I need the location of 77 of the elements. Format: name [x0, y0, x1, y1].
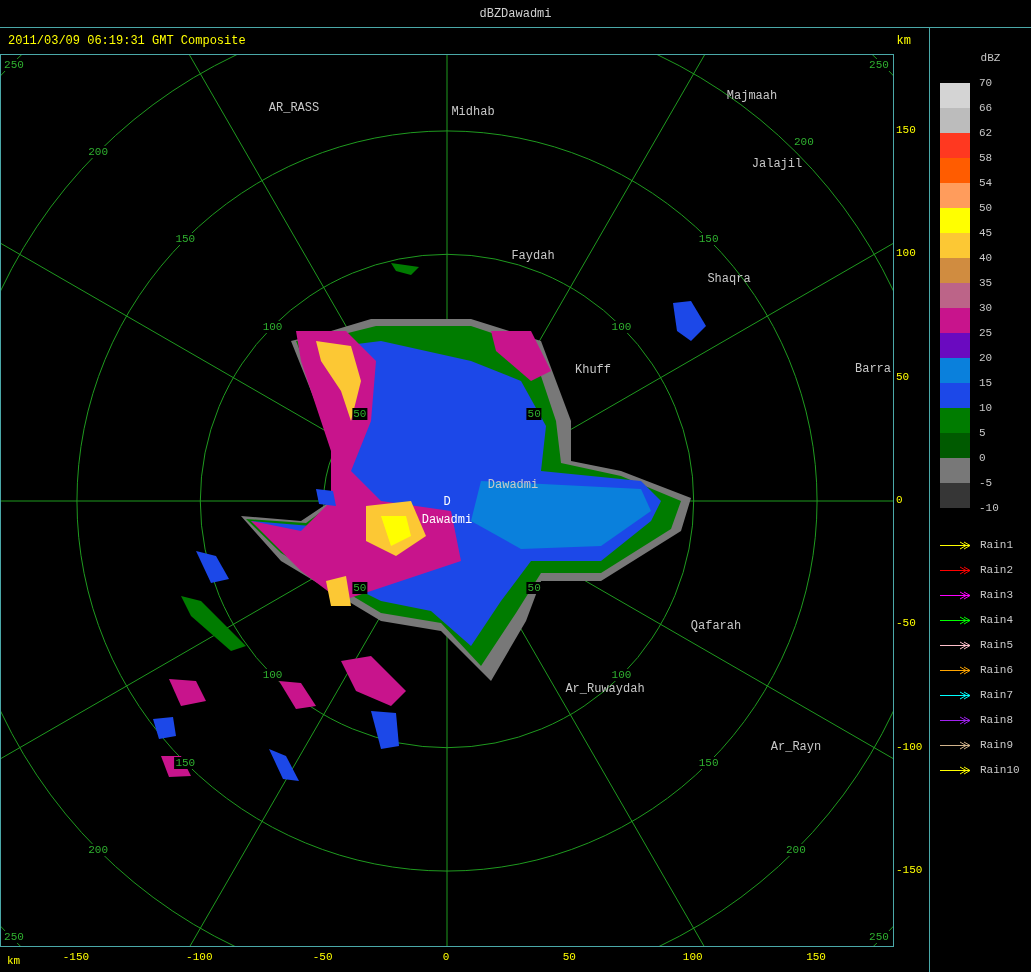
track-label: Rain8 [980, 712, 1013, 728]
place-label: Qafarah [690, 619, 742, 633]
place-label: Majmaah [726, 89, 778, 103]
x-axis-tick-label: -100 [185, 951, 214, 963]
x-axis-tick-label: 50 [561, 951, 577, 963]
place-label: Khuff [575, 363, 611, 377]
y-axis-tick-label: -100 [896, 740, 923, 753]
place-label: Shaqra [707, 272, 751, 286]
track-label: Rain7 [980, 687, 1013, 703]
place-label: Dawadmi [487, 478, 539, 492]
track-label: Rain10 [980, 762, 1020, 778]
range-ring-label: 150 [697, 756, 720, 769]
color-scale-label: 15 [979, 376, 994, 391]
place-label: AR_RASS [268, 101, 320, 115]
radar-site-label: D [443, 495, 451, 509]
y-axis-tick-label: 0 [896, 494, 903, 506]
track-label: Rain2 [980, 562, 1013, 578]
range-ring-label: 50 [526, 582, 542, 595]
range-ring-label: 150 [174, 756, 197, 769]
range-ring-label: 50 [352, 582, 368, 595]
range-ring-label: 250 [868, 931, 890, 943]
color-scale-label: 54 [979, 176, 994, 191]
place-label: Faydah [511, 249, 555, 263]
color-scale-label: -10 [979, 501, 999, 516]
color-scale-label: 35 [979, 276, 994, 291]
track-label: Rain6 [980, 662, 1013, 678]
track-label: Rain1 [980, 537, 1013, 553]
range-ring-label: 100 [261, 320, 284, 333]
range-ring-label: 250 [3, 58, 25, 71]
range-ring-label: 250 [868, 58, 890, 71]
range-ring-label: 150 [174, 233, 197, 246]
place-label: Jalajil [751, 157, 803, 171]
color-scale-label: 66 [979, 101, 994, 116]
range-ring-label: 150 [697, 233, 720, 246]
y-axis-tick-label: 150 [896, 123, 916, 136]
range-ring-label: 250 [3, 931, 25, 943]
track-label: Rain3 [980, 587, 1013, 603]
range-ring-label: 200 [784, 843, 807, 856]
x-axis-tick-label: 150 [805, 951, 827, 963]
color-scale-label: 0 [979, 451, 987, 466]
color-scale-label: 20 [979, 351, 994, 366]
x-axis-tick-label: -150 [61, 951, 91, 963]
color-scale-label: 45 [979, 226, 994, 241]
timestamp-label: 2011/03/09 06:19:31 GMT Composite [8, 33, 246, 50]
y-axis-tick-label: -150 [896, 864, 923, 877]
x-axis-tick-label: 0 [441, 951, 451, 963]
x-axis-tick-label: -50 [311, 951, 334, 963]
y-axis-tick-label: -50 [896, 617, 916, 630]
range-ring-label: 100 [610, 320, 633, 333]
place-label: Barra [855, 362, 891, 376]
color-scale-label: 40 [979, 251, 994, 266]
color-scale-label: 25 [979, 326, 994, 341]
x-axis-unit-label: km [7, 954, 21, 969]
unit-label: km [896, 33, 911, 50]
track-label: Rain4 [980, 612, 1013, 628]
color-scale-label: 58 [979, 151, 994, 166]
track-label: Rain5 [980, 637, 1013, 653]
place-label: Ar_Ruwaydah [565, 682, 645, 696]
color-scale-label: 30 [979, 301, 994, 316]
x-axis-tick-label: 100 [681, 951, 704, 963]
y-axis-tick-label: 50 [896, 370, 910, 383]
window-title: dBZDawadmi [479, 5, 552, 23]
color-scale-label: -5 [979, 476, 994, 491]
color-scale-label: 62 [979, 126, 994, 141]
range-ring-label: 100 [261, 669, 284, 682]
y-axis-tick-label: 100 [896, 247, 916, 260]
range-ring-label: 200 [87, 146, 109, 159]
place-label: Ar_Rayn [770, 740, 822, 754]
range-ring-label: 200 [87, 843, 109, 856]
range-ring-label: 100 [610, 669, 633, 682]
color-scale-label: 10 [979, 401, 994, 416]
place-label: Midhab [451, 105, 495, 119]
color-scale-label: 5 [979, 426, 987, 441]
color-scale-label: 50 [979, 201, 994, 216]
legend-title: dBZ [980, 51, 1001, 66]
track-label: Rain9 [980, 737, 1013, 753]
color-scale-label: 70 [979, 76, 994, 91]
